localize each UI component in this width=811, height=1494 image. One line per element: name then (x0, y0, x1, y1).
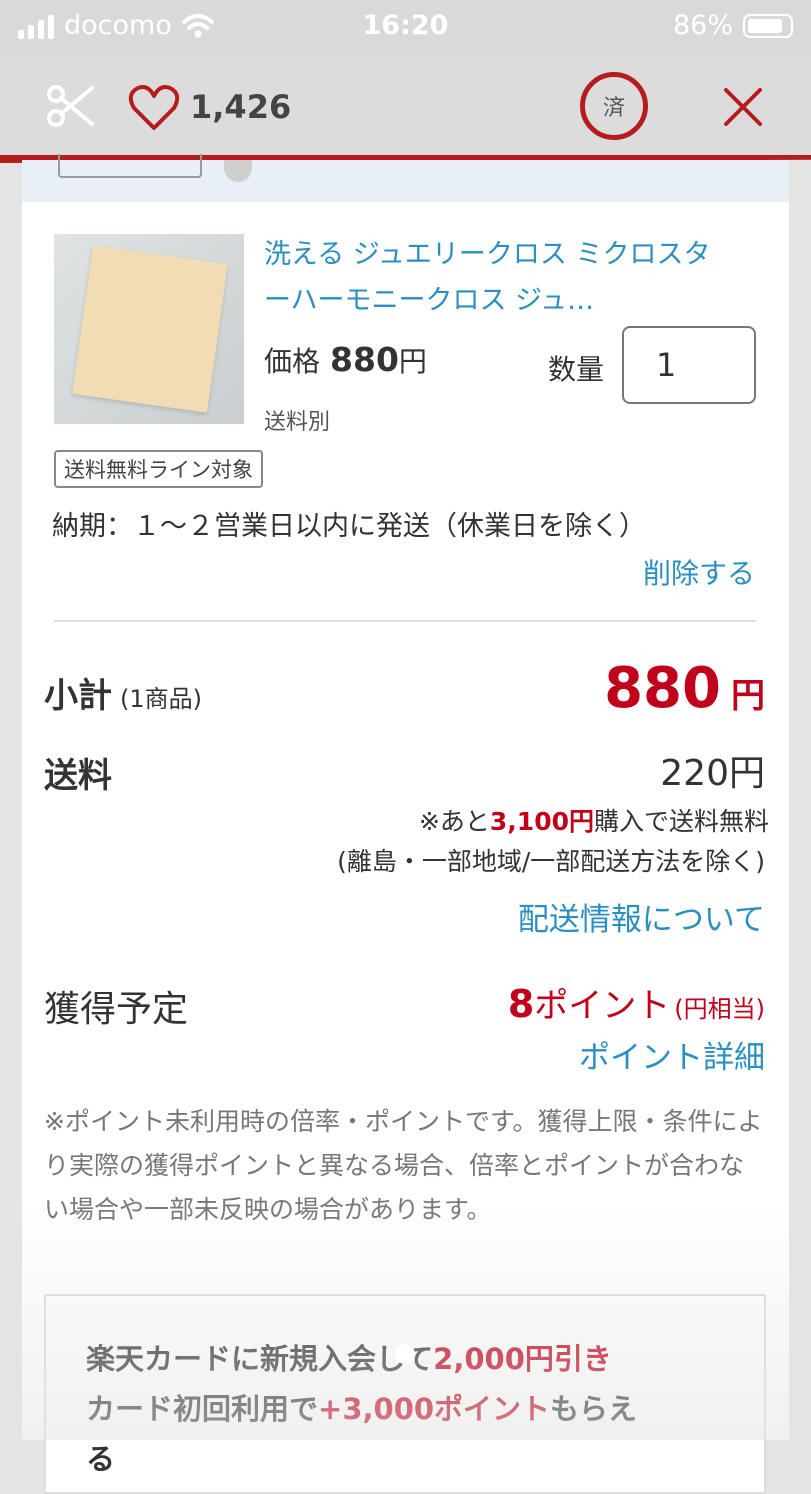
shipping-note-prefix: ※あと (418, 807, 490, 836)
product-image[interactable] (54, 234, 244, 424)
card-promo-line2-highlight: +3,000ポイント (318, 1392, 551, 1426)
shipping-note: ※あと3,100円購入で送料無料 (419, 802, 769, 838)
subtotal-value: 880 円 (604, 656, 765, 721)
subtotal-count: (1商品) (120, 685, 202, 713)
shipping-info-link[interactable]: 配送情報について (518, 894, 765, 939)
card-promo-line1: 楽天カードに新規入会して2,000円引き (86, 1336, 612, 1378)
delivery-time: 納期：１～２営業日以内に発送（休業日を除く） (52, 511, 646, 542)
subtotal-unit: 円 (731, 676, 765, 716)
card-promo-line1-highlight: 2,000円引き (433, 1342, 612, 1376)
battery-group: 86% (673, 10, 793, 41)
heart-icon[interactable] (128, 82, 180, 134)
card-promo-line1-prefix: 楽天カードに新規入会して (86, 1342, 434, 1376)
like-count: 1,426 (190, 88, 292, 126)
price-amount: 880 (330, 340, 399, 379)
divider (54, 620, 756, 622)
price-label: 価格 (264, 345, 321, 378)
shipping-exclusion-note: (離島・一部地域/一部配送方法を除く) (337, 847, 765, 876)
done-badge[interactable]: 済 (580, 72, 648, 140)
battery-icon (743, 13, 793, 38)
shipping-note-suffix: 購入で送料無料 (593, 807, 769, 836)
touch-indicator (395, 1344, 415, 1364)
partial-tag (58, 154, 202, 178)
card-promo-line2: カード初回利用で+3,000ポイントもらえ (86, 1386, 637, 1428)
top-toolbar: 1,426 済 (0, 56, 811, 163)
points-number: 8 (507, 982, 535, 1026)
points-detail-link[interactable]: ポイント詳細 (579, 1032, 765, 1077)
card-promo-line2-prefix: カード初回利用で (86, 1392, 319, 1426)
subtotal-title: 小計 (44, 676, 112, 716)
points-equivalent: (円相当) (674, 995, 765, 1023)
points-label: 獲得予定 (44, 989, 189, 1030)
points-unit: ポイント (534, 986, 671, 1026)
card-promo-line2-suffix: もらえ (550, 1392, 638, 1426)
card-promo-line3: る (86, 1442, 116, 1476)
partial-info-icon (224, 160, 252, 182)
free-shipping-line-tag: 送料無料ライン対象 (54, 450, 263, 488)
quantity-label: 数量 (548, 353, 605, 386)
points-disclaimer: ※ポイント未利用時の倍率・ポイントです。獲得上限・条件により実際の獲得ポイントと… (44, 1107, 763, 1224)
status-bar: docomo 16:20 86% (0, 0, 811, 56)
quantity-input[interactable]: 1 (622, 326, 756, 404)
price-line: 価格 880円 (264, 340, 427, 380)
cart-panel: 洗える ジュエリークロス ミクロスターハーモニークロス ジュ… 価格 880円 数… (22, 154, 789, 1494)
top-strip (22, 154, 789, 202)
scissors-icon[interactable] (44, 80, 96, 132)
delete-link[interactable]: 削除する (643, 552, 755, 592)
subtotal-label: 小計 (1商品) (44, 668, 202, 717)
shipping-separate-label: 送料別 (264, 410, 331, 435)
subtotal-amount: 880 (604, 656, 721, 721)
card-promo-banner[interactable]: 楽天カードに新規入会して2,000円引き カード初回利用で+3,000ポイントも… (44, 1294, 766, 1494)
close-icon[interactable] (718, 82, 768, 132)
points-value: 8ポイント (円相当) (508, 978, 765, 1027)
price-unit: 円 (398, 345, 427, 378)
shipping-note-amount: 3,100円 (489, 807, 594, 836)
shipping-label: 送料 (44, 756, 112, 796)
cloth-thumbnail (72, 245, 228, 413)
shipping-value: 220円 (660, 753, 765, 794)
product-title-link[interactable]: 洗える ジュエリークロス ミクロスターハーモニークロス ジュ… (264, 232, 734, 324)
battery-percent: 86% (672, 10, 733, 41)
